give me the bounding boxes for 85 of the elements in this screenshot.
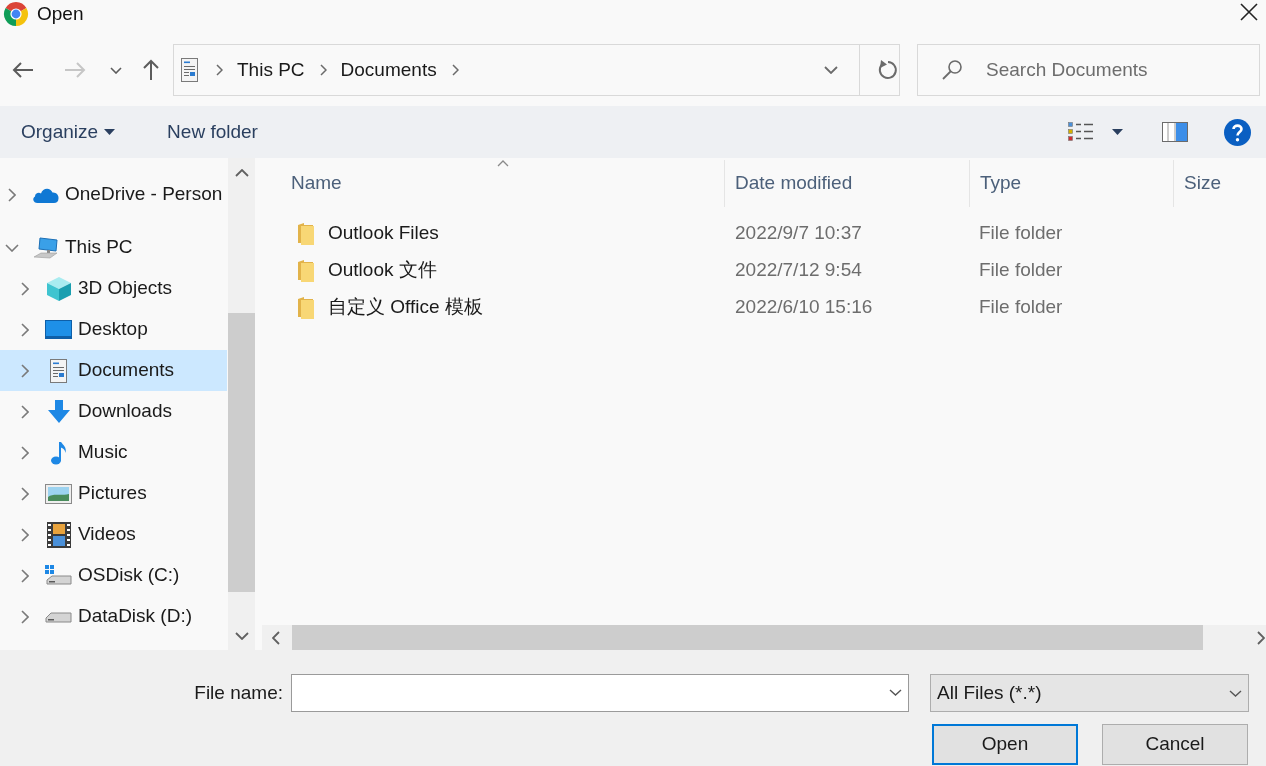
chevron-right-icon[interactable] <box>319 64 327 76</box>
chevron-right-icon[interactable] <box>21 527 29 542</box>
chevron-right-icon[interactable] <box>21 486 29 501</box>
tree-item[interactable]: Desktop <box>0 309 227 350</box>
tree-item[interactable]: OSDisk (C:) <box>0 555 227 596</box>
column-header[interactable]: Size <box>1173 160 1266 207</box>
file-name-field[interactable] <box>291 674 909 712</box>
tree-item[interactable]: This PC <box>0 227 227 268</box>
chevron-right-icon[interactable] <box>216 64 223 76</box>
date-modified: 2022/6/10 15:16 <box>735 296 873 318</box>
cancel-button[interactable]: Cancel <box>1102 724 1248 765</box>
breadcrumb-item[interactable]: Documents <box>340 55 437 85</box>
refresh-icon[interactable] <box>877 59 899 81</box>
tree-item[interactable]: Documents <box>0 350 227 391</box>
cube-icon <box>45 275 72 302</box>
file-type: File folder <box>979 222 1063 244</box>
toolbar-button[interactable]: New folder <box>167 117 258 147</box>
chevron-right-icon[interactable] <box>21 609 29 624</box>
search-field[interactable]: Search Documents <box>917 44 1260 96</box>
file-name[interactable]: Outlook Files <box>328 219 439 248</box>
open-button[interactable]: Open <box>932 724 1078 765</box>
details-view-icon[interactable] <box>1068 122 1094 142</box>
window-title: Open <box>37 1 84 26</box>
search-icon <box>941 59 963 81</box>
folder-icon <box>298 296 314 319</box>
chevron-right-icon[interactable] <box>21 322 29 337</box>
organize-menu[interactable]: Organize <box>21 117 116 147</box>
preview-pane-icon[interactable] <box>1162 122 1188 142</box>
chevron-right-icon[interactable] <box>21 568 29 583</box>
scroll-up-icon[interactable] <box>234 169 249 177</box>
help-icon[interactable] <box>1224 118 1251 146</box>
scrollbar-thumb[interactable] <box>228 313 255 592</box>
tree-item[interactable]: OneDrive - Person <box>0 174 227 215</box>
tree-item[interactable]: 3D Objects <box>0 268 227 309</box>
scroll-right-icon[interactable] <box>1257 630 1265 645</box>
chevron-down-icon[interactable] <box>824 66 838 74</box>
document-icon <box>181 58 198 82</box>
tree-item[interactable]: Pictures <box>0 473 227 514</box>
chevron-down-icon[interactable] <box>5 243 19 252</box>
column-header[interactable]: Type <box>969 160 1173 207</box>
file-name[interactable]: Outlook 文件 <box>328 256 437 285</box>
field-label: File name: <box>194 680 283 705</box>
column-header[interactable]: Name <box>262 160 724 207</box>
folder-icon <box>298 259 314 282</box>
film-strip-icon <box>46 521 71 548</box>
drive-icon <box>45 610 72 623</box>
breadcrumb-item[interactable]: This PC <box>237 55 305 85</box>
scroll-left-icon[interactable] <box>272 630 280 645</box>
chevron-down-icon[interactable] <box>889 689 902 696</box>
music-note-icon <box>50 440 67 465</box>
caret-down-icon[interactable] <box>1112 129 1123 135</box>
tree-item[interactable]: Videos <box>0 514 227 555</box>
down-arrow-icon <box>46 400 71 423</box>
chevron-right-icon[interactable] <box>21 363 29 378</box>
up-arrow-icon[interactable] <box>142 59 160 81</box>
file-name[interactable]: 自定义 Office 模板 <box>328 293 483 322</box>
chevron-down-icon <box>1229 689 1242 697</box>
tree-item[interactable]: Downloads <box>0 391 227 432</box>
file-type-dropdown[interactable]: All Files (*.*) <box>930 674 1249 712</box>
picture-icon <box>45 483 72 504</box>
chevron-right-icon[interactable] <box>451 64 459 76</box>
chevron-right-icon[interactable] <box>21 404 29 419</box>
monitor-screen-icon <box>45 320 72 339</box>
file-type: File folder <box>979 296 1063 318</box>
cloud-icon <box>32 186 59 203</box>
chevron-right-icon[interactable] <box>21 281 29 296</box>
close-icon[interactable] <box>1240 3 1258 21</box>
drive-icon <box>45 565 72 586</box>
date-modified: 2022/7/12 9:54 <box>735 259 862 281</box>
app-icon <box>3 1 29 27</box>
caret-down-icon <box>104 129 116 135</box>
back-arrow-icon[interactable] <box>12 61 34 79</box>
file-type: File folder <box>979 259 1063 281</box>
tree-item[interactable]: DataDisk (D:) <box>0 596 227 637</box>
computer-icon <box>32 236 59 259</box>
folder-icon <box>298 222 314 245</box>
chevron-down-icon[interactable] <box>110 66 122 74</box>
column-header[interactable]: Date modified <box>724 160 969 207</box>
address-bar[interactable]: This PC Documents <box>173 44 900 96</box>
tree-item[interactable]: Music <box>0 432 227 473</box>
chevron-right-icon[interactable] <box>21 445 29 460</box>
chevron-right-icon[interactable] <box>8 187 16 202</box>
date-modified: 2022/9/7 10:37 <box>735 222 862 244</box>
scroll-down-icon[interactable] <box>234 632 249 640</box>
document-icon <box>50 358 67 383</box>
